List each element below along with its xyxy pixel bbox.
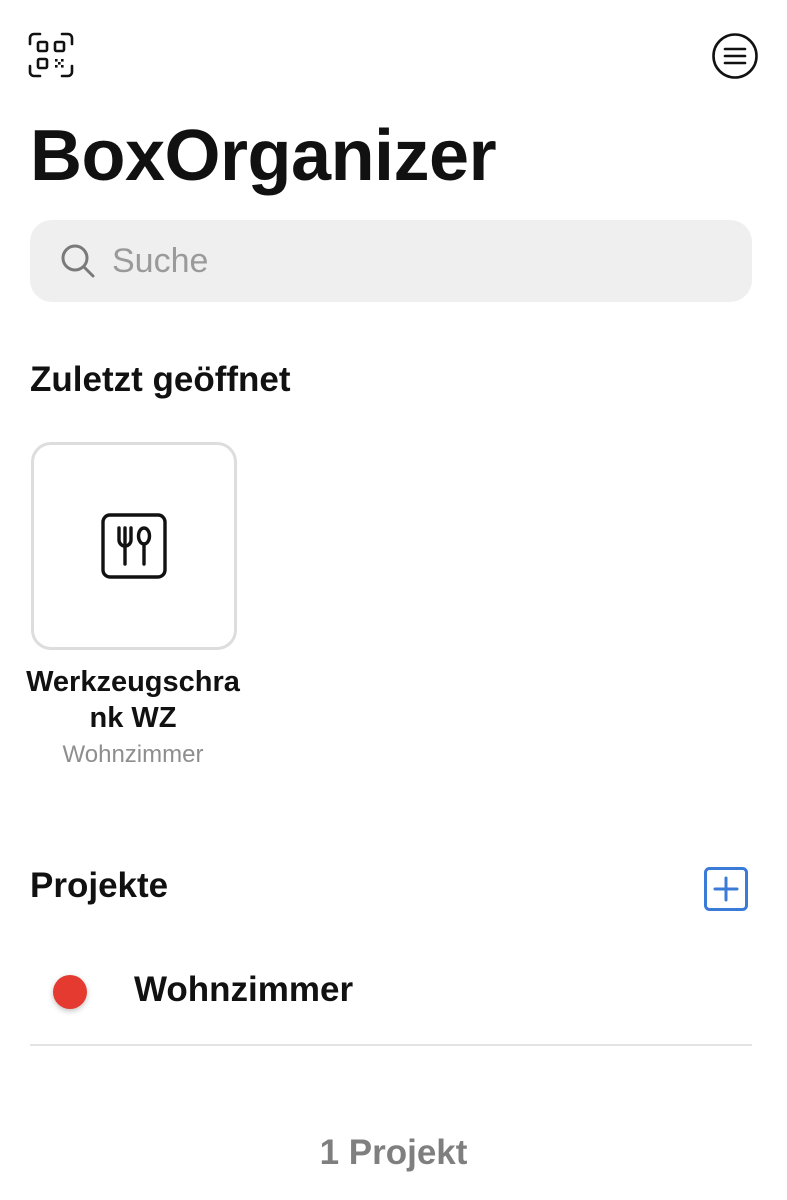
project-name: Wohnzimmer [134, 970, 354, 1009]
recent-section-title: Zuletzt geöffnet [30, 360, 291, 399]
qr-code-scan-icon [28, 32, 74, 78]
search-icon [58, 241, 98, 281]
project-row[interactable]: Wohnzimmer [30, 942, 752, 1046]
qr-scan-button[interactable] [26, 30, 76, 80]
add-square-icon [704, 867, 748, 911]
app-screen: BoxOrganizer Zuletzt geöffnet Werkzeugsc… [0, 0, 787, 1200]
search-bar[interactable] [30, 220, 752, 302]
menu-circle-icon [712, 33, 758, 79]
kitchen-utensils-icon [101, 513, 167, 579]
status-bar [0, 0, 787, 4]
recent-box-card[interactable] [31, 442, 237, 650]
projects-section-title: Projekte [30, 866, 169, 905]
app-title: BoxOrganizer [30, 116, 497, 196]
project-count: 1 Projekt [319, 1133, 468, 1172]
recent-box-name: Werkzeugschrank WZ [26, 666, 240, 734]
menu-button[interactable] [710, 31, 760, 81]
project-color-dot [53, 975, 87, 1009]
recent-box-location: Wohnzimmer [62, 741, 204, 768]
add-project-button[interactable] [701, 864, 751, 914]
search-input[interactable] [112, 241, 672, 281]
